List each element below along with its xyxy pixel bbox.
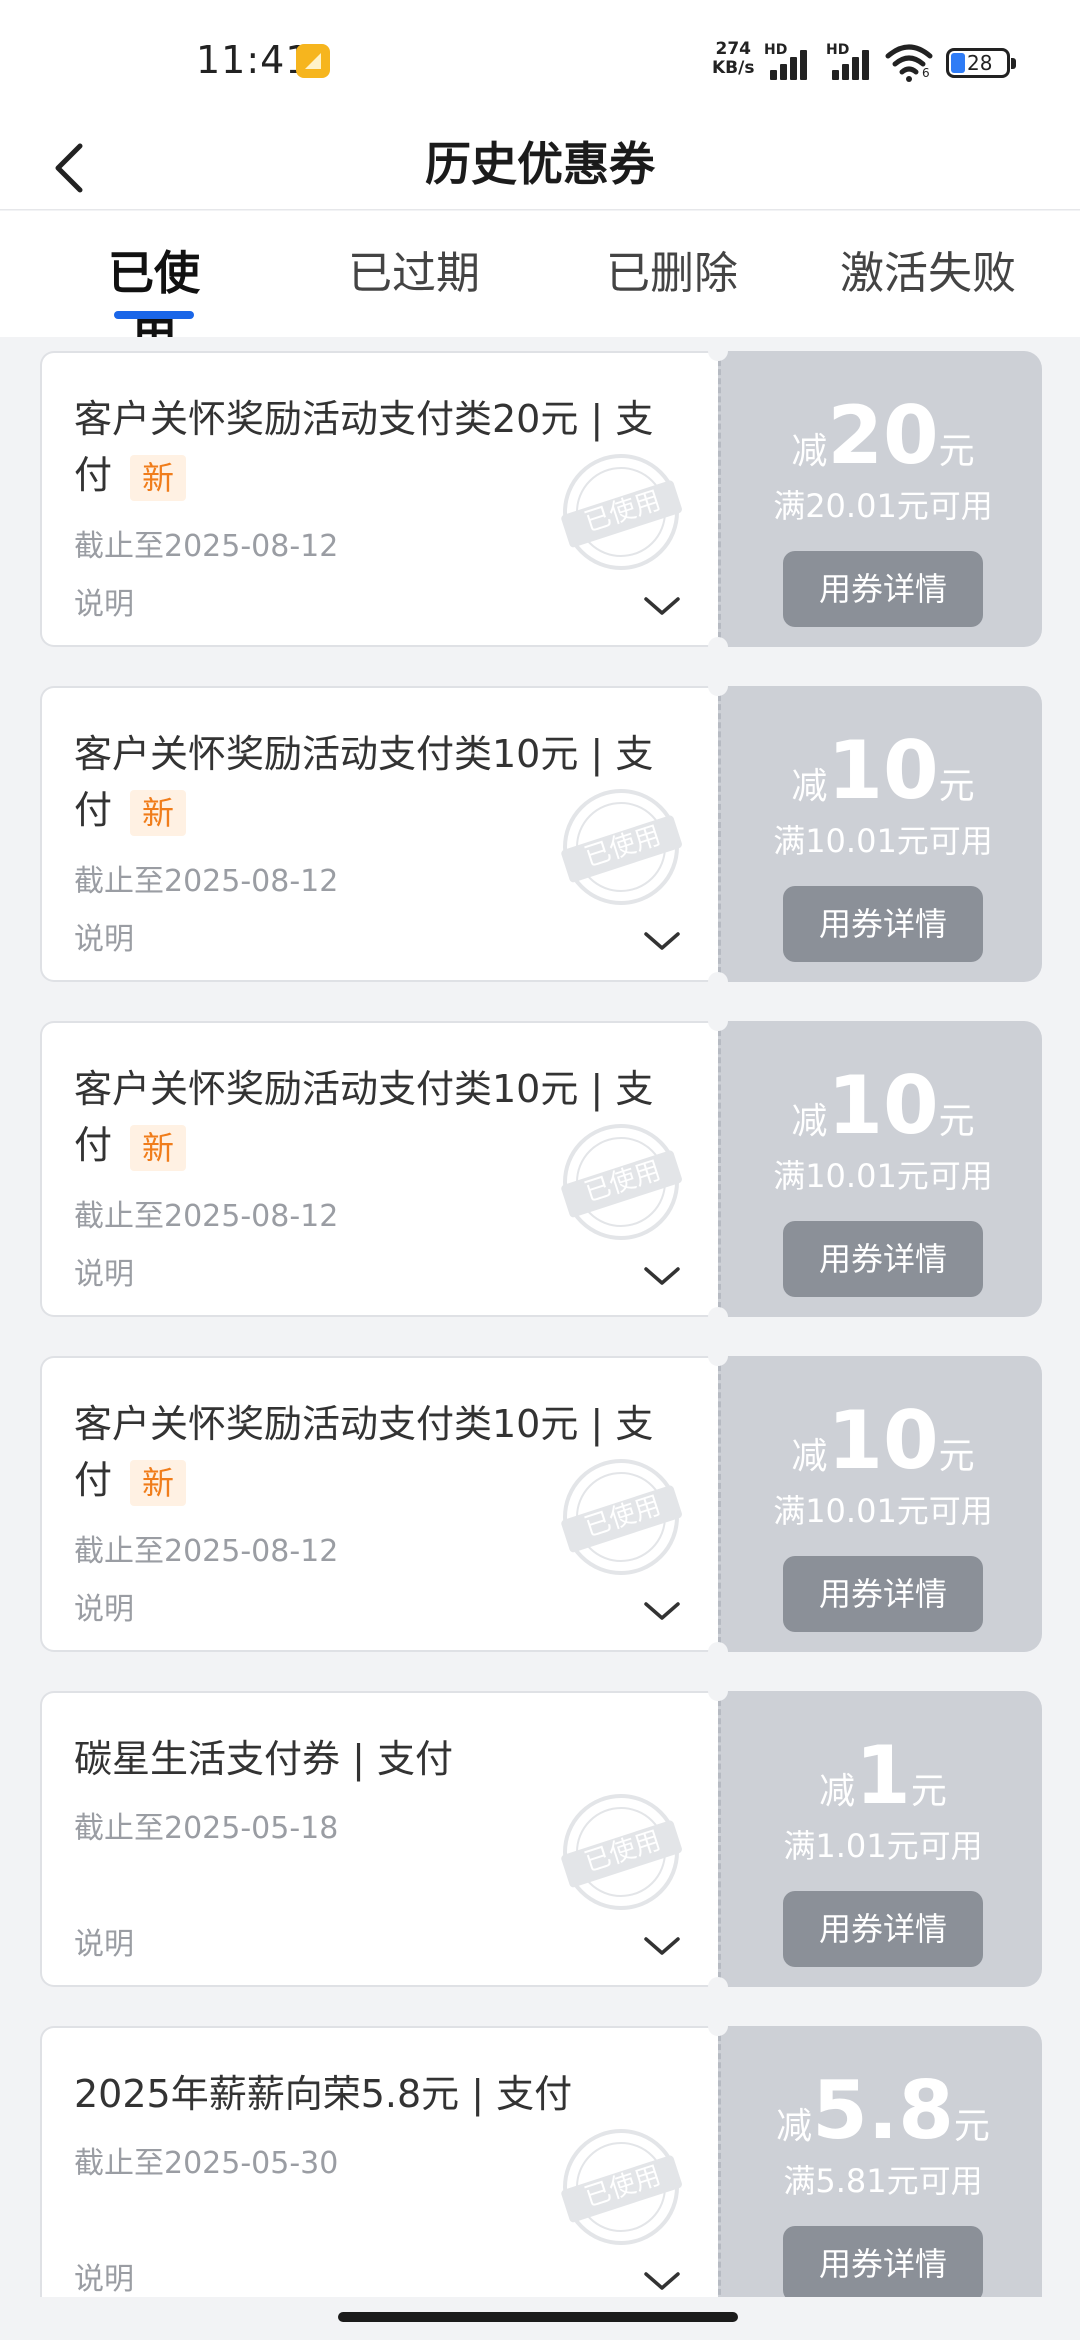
amount-value: 10	[827, 1394, 939, 1487]
coupon-amount-panel: 减5.8元 满5.81元可用 用券详情	[718, 2026, 1042, 2297]
coupon-amount: 减10元	[791, 724, 975, 817]
coupon-condition: 满10.01元可用	[773, 1492, 993, 1530]
coupon-expiry-date: 截止至2025-05-18	[74, 1811, 339, 1846]
coupon-info[interactable]: 客户关怀奖励活动支付类20元 | 支付新 截止至2025-08-12 说明 已使…	[40, 351, 718, 647]
battery-icon: 28	[946, 48, 1016, 78]
gallery-notification-icon	[296, 44, 330, 78]
amount-value: 10	[827, 724, 939, 817]
coupon-card[interactable]: 客户关怀奖励活动支付类10元 | 支付新 截止至2025-08-12 说明 已使…	[40, 1346, 1042, 1662]
coupon-amount: 减1元	[819, 1729, 947, 1822]
coupon-condition: 满10.01元可用	[773, 1157, 993, 1195]
signal-icon-2	[832, 46, 876, 80]
chevron-down-icon[interactable]	[642, 1596, 682, 1626]
coupon-amount-panel: 减1元 满1.01元可用 用券详情	[718, 1691, 1042, 1987]
battery-level: 28	[967, 51, 993, 75]
coupon-info[interactable]: 碳星生活支付券 | 支付 截止至2025-05-18 说明 已使用	[40, 1691, 718, 1987]
coupon-expiry-date: 截止至2025-08-12	[74, 1534, 339, 1569]
chevron-down-icon[interactable]	[642, 1261, 682, 1291]
coupon-detail-button[interactable]: 用券详情	[783, 1221, 983, 1297]
coupon-condition: 满1.01元可用	[783, 1827, 983, 1865]
coupon-detail-button[interactable]: 用券详情	[783, 2226, 983, 2297]
coupon-condition: 满10.01元可用	[773, 822, 993, 860]
coupon-title: 2025年薪薪向荣5.8元 | 支付	[74, 2072, 573, 2116]
coupon-list[interactable]: 客户关怀奖励活动支付类20元 | 支付新 截止至2025-08-12 说明 已使…	[0, 337, 1080, 2297]
wifi-label: 6	[922, 66, 930, 80]
tab-activation-failed[interactable]: 激活失败	[838, 237, 1018, 337]
page-title: 历史优惠券	[425, 137, 655, 191]
coupon-expiry-date: 截止至2025-08-12	[74, 529, 339, 564]
coupon-condition: 满5.81元可用	[783, 2162, 983, 2200]
signal-icon-1	[770, 46, 814, 80]
coupon-info[interactable]: 2025年薪薪向荣5.8元 | 支付 截止至2025-05-30 说明 已使用	[40, 2026, 718, 2297]
coupon-info[interactable]: 客户关怀奖励活动支付类10元 | 支付新 截止至2025-08-12 说明 已使…	[40, 1021, 718, 1317]
coupon-description-toggle[interactable]: 说明	[74, 1919, 134, 1963]
new-badge: 新	[130, 454, 187, 501]
coupon-expiry-date: 截止至2025-08-12	[74, 864, 339, 899]
status-bar: 11:41 274 KB/s HD HD 6 28	[0, 0, 1080, 124]
coupon-card[interactable]: 客户关怀奖励活动支付类20元 | 支付新 截止至2025-08-12 说明 已使…	[40, 341, 1042, 657]
chevron-down-icon[interactable]	[642, 926, 682, 956]
coupon-detail-button[interactable]: 用券详情	[783, 1556, 983, 1632]
coupon-description-toggle[interactable]: 说明	[74, 1584, 134, 1628]
new-badge: 新	[130, 789, 187, 836]
coupon-card[interactable]: 碳星生活支付券 | 支付 截止至2025-05-18 说明 已使用 减1元 满1…	[40, 1681, 1042, 1997]
tab-active-indicator	[114, 311, 194, 319]
tab-used[interactable]: 已使用	[86, 237, 222, 366]
coupon-detail-button[interactable]: 用券详情	[783, 886, 983, 962]
coupon-amount: 减10元	[791, 1059, 975, 1152]
coupon-expiry-date: 截止至2025-05-30	[74, 2146, 339, 2181]
new-badge: 新	[130, 1459, 187, 1506]
amount-value: 5.8	[812, 2064, 954, 2157]
amount-value: 1	[855, 1729, 911, 1822]
tab-bar: 已使用 已过期 已删除 激活失败	[0, 211, 1080, 366]
coupon-amount-panel: 减20元 满20.01元可用 用券详情	[718, 351, 1042, 647]
coupon-title: 碳星生活支付券 | 支付	[74, 1737, 453, 1781]
coupon-info[interactable]: 客户关怀奖励活动支付类10元 | 支付新 截止至2025-08-12 说明 已使…	[40, 686, 718, 982]
coupon-info[interactable]: 客户关怀奖励活动支付类10元 | 支付新 截止至2025-08-12 说明 已使…	[40, 1356, 718, 1652]
nav-bar: 历史优惠券	[0, 124, 1080, 210]
chevron-down-icon[interactable]	[642, 2266, 682, 2296]
coupon-amount: 减10元	[791, 1394, 975, 1487]
coupon-amount-panel: 减10元 满10.01元可用 用券详情	[718, 1356, 1042, 1652]
coupon-expiry-date: 截止至2025-08-12	[74, 1199, 339, 1234]
coupon-amount-panel: 减10元 满10.01元可用 用券详情	[718, 1021, 1042, 1317]
coupon-detail-button[interactable]: 用券详情	[783, 551, 983, 627]
status-time: 11:41	[196, 38, 311, 82]
coupon-amount: 减5.8元	[776, 2064, 990, 2157]
chevron-down-icon[interactable]	[642, 1931, 682, 1961]
amount-value: 10	[827, 1059, 939, 1152]
coupon-description-toggle[interactable]: 说明	[74, 914, 134, 958]
tab-deleted[interactable]: 已删除	[602, 237, 742, 337]
coupon-card[interactable]: 2025年薪薪向荣5.8元 | 支付 截止至2025-05-30 说明 已使用 …	[40, 2016, 1042, 2297]
coupon-condition: 满20.01元可用	[773, 487, 993, 525]
coupon-detail-button[interactable]: 用券详情	[783, 1891, 983, 1967]
coupon-card[interactable]: 客户关怀奖励活动支付类10元 | 支付新 截止至2025-08-12 说明 已使…	[40, 1011, 1042, 1327]
home-indicator[interactable]	[338, 2312, 738, 2322]
battery-fill	[951, 53, 965, 73]
coupon-amount-panel: 减10元 满10.01元可用 用券详情	[718, 686, 1042, 982]
tab-expired[interactable]: 已过期	[344, 237, 484, 337]
coupon-description-toggle[interactable]: 说明	[74, 2254, 134, 2297]
coupon-description-toggle[interactable]: 说明	[74, 1249, 134, 1293]
network-speed: 274 KB/s	[712, 39, 755, 78]
new-badge: 新	[130, 1124, 187, 1171]
coupon-card[interactable]: 客户关怀奖励活动支付类10元 | 支付新 截止至2025-08-12 说明 已使…	[40, 676, 1042, 992]
chevron-down-icon[interactable]	[642, 591, 682, 621]
coupon-amount: 减20元	[791, 389, 975, 482]
amount-value: 20	[827, 389, 939, 482]
coupon-description-toggle[interactable]: 说明	[74, 579, 134, 623]
